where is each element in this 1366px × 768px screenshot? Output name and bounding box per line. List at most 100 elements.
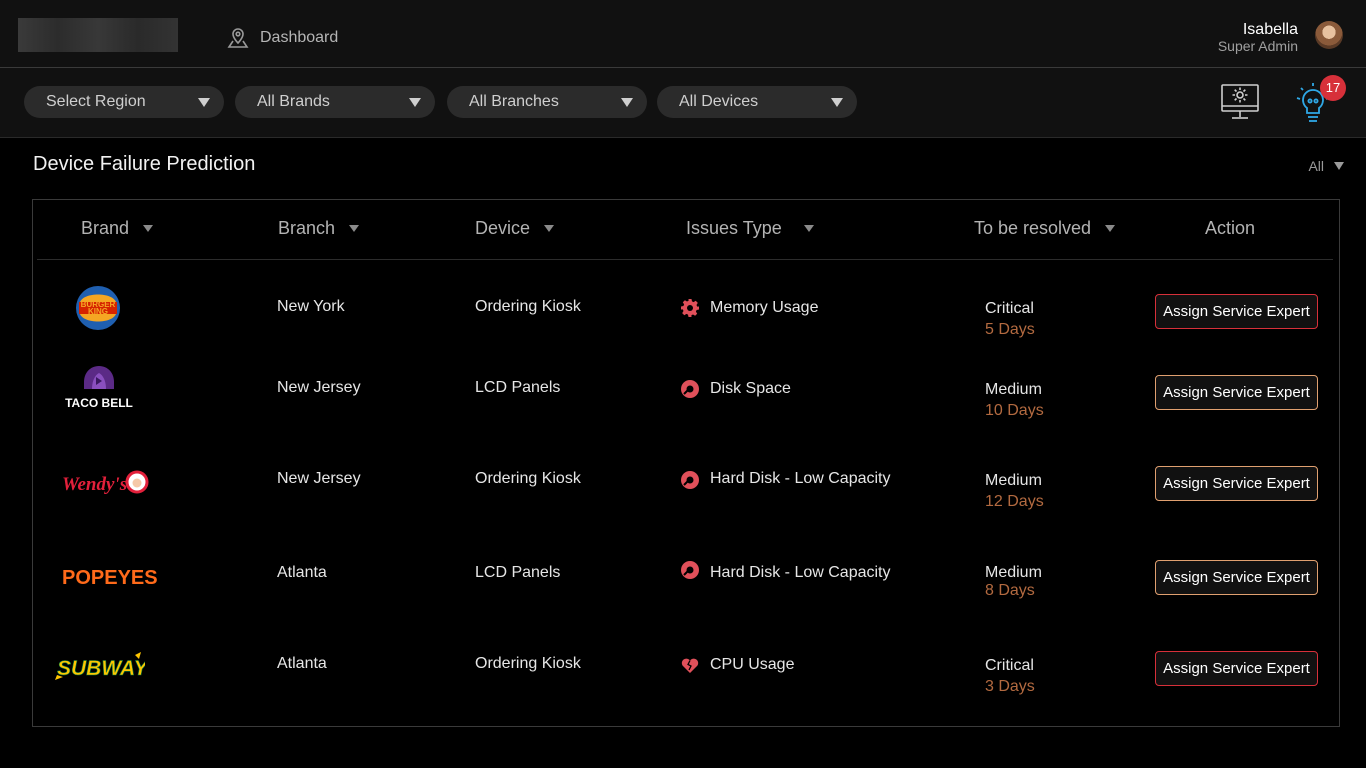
column-header-issues-type[interactable]: Issues Type bbox=[686, 218, 814, 239]
column-header-brand-label: Brand bbox=[81, 218, 130, 238]
branch-cell: New York bbox=[277, 298, 345, 315]
resolve-cell: Medium 8 Days bbox=[985, 564, 1042, 600]
assign-service-expert-button[interactable]: Assign Service Expert bbox=[1155, 560, 1318, 595]
device-cell: LCD Panels bbox=[475, 564, 561, 581]
column-header-branch-label: Branch bbox=[278, 218, 336, 238]
severity-label: Medium bbox=[985, 381, 1042, 398]
avatar[interactable] bbox=[1315, 21, 1343, 49]
table-row: Wendy's New Jersey Ordering Kiosk Hard D… bbox=[33, 452, 1339, 512]
notification-count-badge[interactable]: 17 bbox=[1320, 75, 1346, 101]
caret-down-icon bbox=[409, 98, 421, 107]
device-settings-button[interactable] bbox=[1219, 82, 1261, 127]
days-label: 3 Days bbox=[985, 678, 1035, 695]
region-select[interactable]: Select Region bbox=[24, 86, 224, 118]
days-label: 12 Days bbox=[985, 493, 1044, 510]
severity-label: Critical bbox=[985, 300, 1034, 317]
resolve-cell: Critical 3 Days bbox=[985, 655, 1035, 697]
popeyes-logo: POPEYES bbox=[62, 567, 158, 589]
table-row: POPEYES Atlanta LCD Panels Hard Disk - L… bbox=[33, 546, 1339, 606]
caret-down-icon bbox=[198, 98, 210, 107]
assign-service-expert-button[interactable]: Assign Service Expert bbox=[1155, 466, 1318, 501]
branch-cell: Atlanta bbox=[277, 564, 327, 581]
issue-cell: Hard Disk - Low Capacity bbox=[680, 560, 891, 582]
sort-caret-icon bbox=[1105, 225, 1116, 232]
brands-select-value: All Brands bbox=[257, 93, 330, 110]
table-row: TACO BELL New Jersey LCD Panels Disk Spa… bbox=[33, 361, 1339, 421]
gear-icon bbox=[681, 299, 699, 317]
sort-caret-icon bbox=[143, 225, 154, 232]
subway-logo: SUBWAY bbox=[55, 652, 145, 680]
sort-caret-icon bbox=[803, 225, 814, 232]
wendys-logo: Wendy's bbox=[62, 470, 149, 495]
days-label: 5 Days bbox=[985, 321, 1035, 338]
table-row: SUBWAY Atlanta Ordering Kiosk CPU Usage … bbox=[33, 637, 1339, 697]
region-select-value: Select Region bbox=[46, 93, 146, 110]
issue-label: Hard Disk - Low Capacity bbox=[710, 470, 891, 487]
column-header-action-label: Action bbox=[1205, 218, 1256, 238]
severity-filter-dropdown[interactable]: All bbox=[1308, 158, 1344, 174]
broken-heart-icon bbox=[681, 658, 699, 673]
device-failure-table: Brand Branch Device Issues Type To be re… bbox=[32, 199, 1340, 727]
severity-label: Critical bbox=[985, 657, 1034, 674]
branch-cell: Atlanta bbox=[277, 655, 327, 672]
svg-text:TACO BELL: TACO BELL bbox=[65, 396, 133, 410]
user-role: Super Admin bbox=[1217, 38, 1298, 54]
severity-filter-value: All bbox=[1308, 158, 1324, 174]
severity-label: Medium bbox=[985, 472, 1042, 489]
svg-text:Wendy's: Wendy's bbox=[62, 474, 127, 495]
devices-select[interactable]: All Devices bbox=[657, 86, 857, 118]
resolve-cell: Critical 5 Days bbox=[985, 298, 1035, 340]
days-label: 10 Days bbox=[985, 402, 1044, 419]
brands-select[interactable]: All Brands bbox=[235, 86, 435, 118]
caret-down-icon bbox=[621, 98, 633, 107]
monitor-gear-icon bbox=[1221, 84, 1259, 119]
sort-caret-icon bbox=[349, 225, 360, 232]
assign-service-expert-button[interactable]: Assign Service Expert bbox=[1155, 294, 1318, 329]
svg-text:POPEYES: POPEYES bbox=[62, 567, 158, 589]
nav-dashboard[interactable]: Dashboard bbox=[226, 26, 338, 50]
table-row: BURGER KING New York Ordering Kiosk Memo… bbox=[33, 280, 1339, 340]
issue-cell: CPU Usage bbox=[680, 655, 794, 675]
severity-label: Medium bbox=[985, 564, 1042, 581]
column-header-branch[interactable]: Branch bbox=[278, 218, 360, 239]
taco-bell-logo: TACO BELL bbox=[65, 366, 133, 410]
column-header-issues-type-label: Issues Type bbox=[686, 218, 782, 238]
devices-select-value: All Devices bbox=[679, 93, 759, 110]
issue-cell: Disk Space bbox=[680, 379, 791, 399]
column-header-device[interactable]: Device bbox=[475, 218, 555, 239]
device-cell: LCD Panels bbox=[475, 379, 561, 396]
assign-service-expert-button[interactable]: Assign Service Expert bbox=[1155, 375, 1318, 410]
branch-cell: New Jersey bbox=[277, 470, 361, 487]
resolve-cell: Medium 12 Days bbox=[985, 470, 1044, 512]
column-header-brand[interactable]: Brand bbox=[81, 218, 154, 239]
svg-text:SUBWAY: SUBWAY bbox=[57, 657, 145, 680]
branch-cell: New Jersey bbox=[277, 379, 361, 396]
branches-select[interactable]: All Branches bbox=[447, 86, 647, 118]
top-bar: Dashboard Isabella Super Admin bbox=[0, 0, 1366, 68]
issue-cell: Memory Usage bbox=[680, 298, 818, 318]
device-cell: Ordering Kiosk bbox=[475, 298, 581, 315]
resolve-cell: Medium 10 Days bbox=[985, 379, 1044, 421]
column-header-to-be-resolved[interactable]: To be resolved bbox=[974, 218, 1116, 239]
app-logo[interactable] bbox=[18, 18, 178, 52]
user-info[interactable]: Isabella Super Admin bbox=[1218, 21, 1298, 55]
issue-cell: Hard Disk - Low Capacity bbox=[680, 470, 891, 490]
filter-bar: Select Region All Brands All Branches Al… bbox=[0, 68, 1366, 138]
caret-down-icon bbox=[1334, 162, 1344, 170]
sort-caret-icon bbox=[544, 225, 555, 232]
map-pin-icon bbox=[227, 28, 249, 48]
disk-icon bbox=[681, 380, 699, 398]
nav-dashboard-label: Dashboard bbox=[260, 29, 339, 46]
burger-king-logo: BURGER KING bbox=[76, 286, 120, 330]
device-cell: Ordering Kiosk bbox=[475, 655, 581, 672]
issue-label: CPU Usage bbox=[710, 656, 795, 673]
issue-label: Disk Space bbox=[710, 380, 791, 397]
column-header-to-be-resolved-label: To be resolved bbox=[974, 218, 1092, 238]
svg-text:KING: KING bbox=[88, 307, 108, 316]
column-header-device-label: Device bbox=[475, 218, 531, 238]
user-name: Isabella bbox=[1242, 21, 1298, 38]
assign-service-expert-button[interactable]: Assign Service Expert bbox=[1155, 651, 1318, 686]
branches-select-value: All Branches bbox=[469, 93, 559, 110]
page-title: Device Failure Prediction bbox=[33, 153, 256, 175]
header-divider bbox=[37, 259, 1333, 260]
